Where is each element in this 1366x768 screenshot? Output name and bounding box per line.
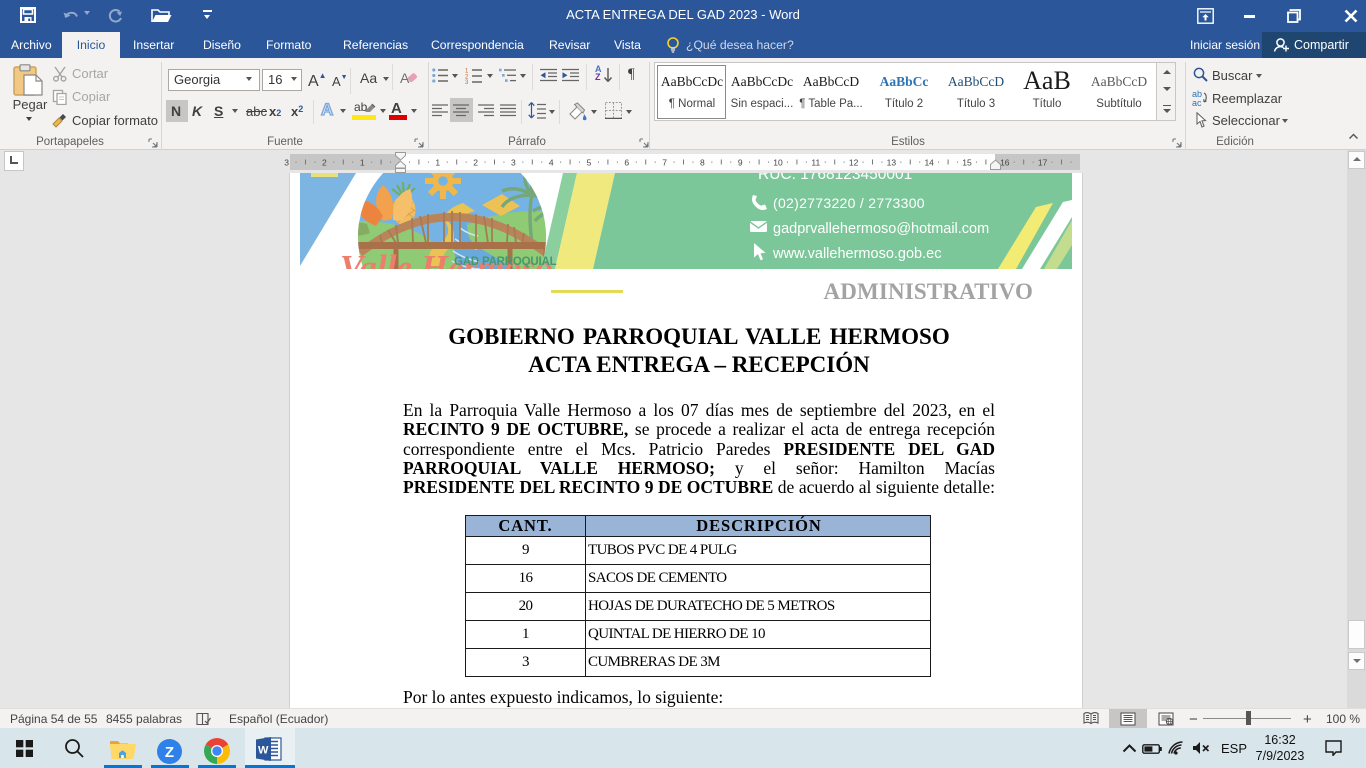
svg-text:7: 7: [662, 158, 667, 168]
svg-text:GAD PARROQUIAL: GAD PARROQUIAL: [454, 256, 557, 268]
svg-text:3: 3: [511, 158, 516, 168]
svg-text:W: W: [258, 745, 269, 757]
svg-text:1: 1: [435, 158, 440, 168]
svg-text:2: 2: [322, 158, 327, 168]
svg-text:17: 17: [1038, 158, 1048, 168]
svg-text:5: 5: [587, 158, 592, 168]
svg-text:8: 8: [700, 158, 705, 168]
svg-text:12: 12: [849, 158, 859, 168]
svg-text:gadprvallehermoso@hotmail.com: gadprvallehermoso@hotmail.com: [773, 221, 989, 237]
svg-text:11: 11: [811, 158, 820, 168]
svg-text:ac: ac: [1192, 98, 1202, 106]
svg-text:3: 3: [465, 80, 469, 84]
svg-text:13: 13: [887, 158, 897, 168]
svg-text:3: 3: [284, 158, 289, 168]
svg-text:4: 4: [549, 158, 554, 168]
svg-text:www.vallehermoso.gob.ec: www.vallehermoso.gob.ec: [772, 246, 941, 262]
svg-text:15: 15: [962, 158, 972, 168]
svg-text:9: 9: [738, 158, 743, 168]
svg-text:1: 1: [360, 158, 365, 168]
svg-text:Z: Z: [165, 744, 174, 761]
svg-text:10: 10: [773, 158, 783, 168]
svg-text:2: 2: [473, 158, 478, 168]
svg-text:RUC: 1768123450001: RUC: 1768123450001: [758, 173, 912, 183]
svg-text:6: 6: [624, 158, 629, 168]
svg-text:(02)2773220 / 2773300: (02)2773220 / 2773300: [773, 195, 925, 211]
svg-text:14: 14: [924, 158, 934, 168]
